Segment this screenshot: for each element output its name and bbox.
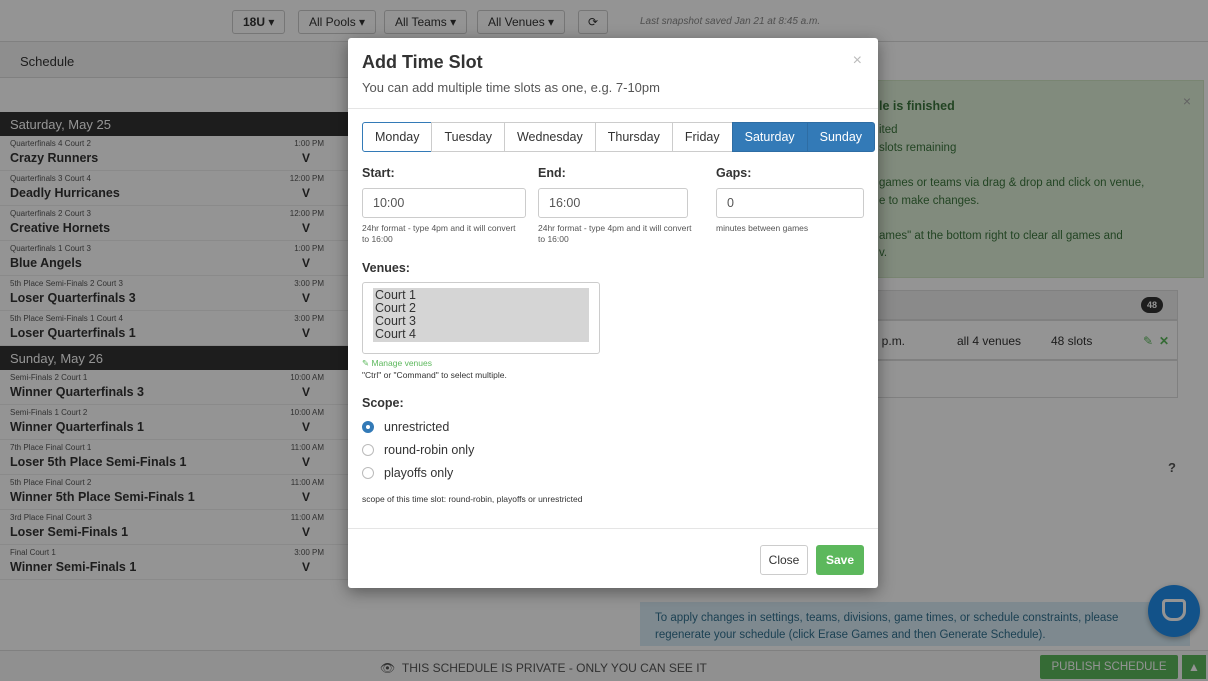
scope-radio-unrestricted[interactable]: unrestricted — [362, 420, 449, 434]
save-button[interactable]: Save — [816, 545, 864, 575]
scope-radio-round-robin-only[interactable]: round-robin only — [362, 443, 474, 457]
scope-help: scope of this time slot: round-robin, pl… — [362, 494, 583, 504]
venues-multiselect[interactable]: Court 1 Court 2 Court 3 Court 4 — [362, 282, 600, 354]
scope-option-label: round-robin only — [384, 443, 475, 457]
radio-icon[interactable] — [362, 444, 374, 456]
day-toggle-saturday[interactable]: Saturday — [731, 122, 808, 152]
modal-title: Add Time Slot — [362, 52, 483, 72]
manage-venues-text: Manage venues — [371, 358, 433, 368]
scope-option-label: playoffs only — [384, 466, 454, 480]
day-toggle-tuesday[interactable]: Tuesday — [431, 122, 505, 152]
scope-option-label: unrestricted — [384, 420, 450, 434]
day-selector: Monday Tuesday Wednesday Thursday Friday Satu… — [362, 122, 876, 152]
day-toggle-friday[interactable]: Friday — [671, 122, 733, 152]
venues-label: Venues: — [362, 261, 410, 275]
scope-radio-playoffs-only[interactable]: playoffs only — [362, 466, 453, 480]
close-icon[interactable]: × — [853, 52, 862, 70]
day-toggle-monday[interactable]: Monday — [362, 122, 433, 152]
gaps-help: minutes between games — [716, 223, 809, 233]
gaps-input[interactable]: 0 — [716, 188, 864, 218]
start-help: 24hr format - type 4pm and it will conve… — [362, 223, 516, 244]
scope-label: Scope: — [362, 396, 404, 410]
modal-subtitle: You can add multiple time slots as one, … — [362, 80, 660, 95]
end-help: 24hr format - type 4pm and it will conve… — [538, 223, 692, 244]
end-label: End: — [538, 166, 566, 180]
ctrl-hint: "Ctrl" or "Command" to select multiple. — [362, 370, 507, 380]
manage-venues-link[interactable]: ✎ Manage venues — [362, 358, 432, 369]
day-toggle-thursday[interactable]: Thursday — [594, 122, 673, 152]
radio-icon[interactable] — [362, 421, 374, 433]
radio-icon[interactable] — [362, 467, 374, 479]
start-label: Start: — [362, 166, 395, 180]
start-input[interactable]: 10:00 — [362, 188, 526, 218]
add-time-slot-modal: Add Time Slot You can add multiple time … — [348, 38, 878, 588]
day-toggle-wednesday[interactable]: Wednesday — [503, 122, 596, 152]
divider — [348, 108, 878, 109]
venue-option[interactable]: Court 4 — [375, 328, 587, 341]
day-toggle-sunday[interactable]: Sunday — [806, 122, 876, 152]
end-input[interactable]: 16:00 — [538, 188, 688, 218]
close-button[interactable]: Close — [760, 545, 808, 575]
divider — [348, 528, 878, 529]
gaps-label: Gaps: — [716, 166, 752, 180]
edit-icon: ✎ — [362, 358, 370, 368]
